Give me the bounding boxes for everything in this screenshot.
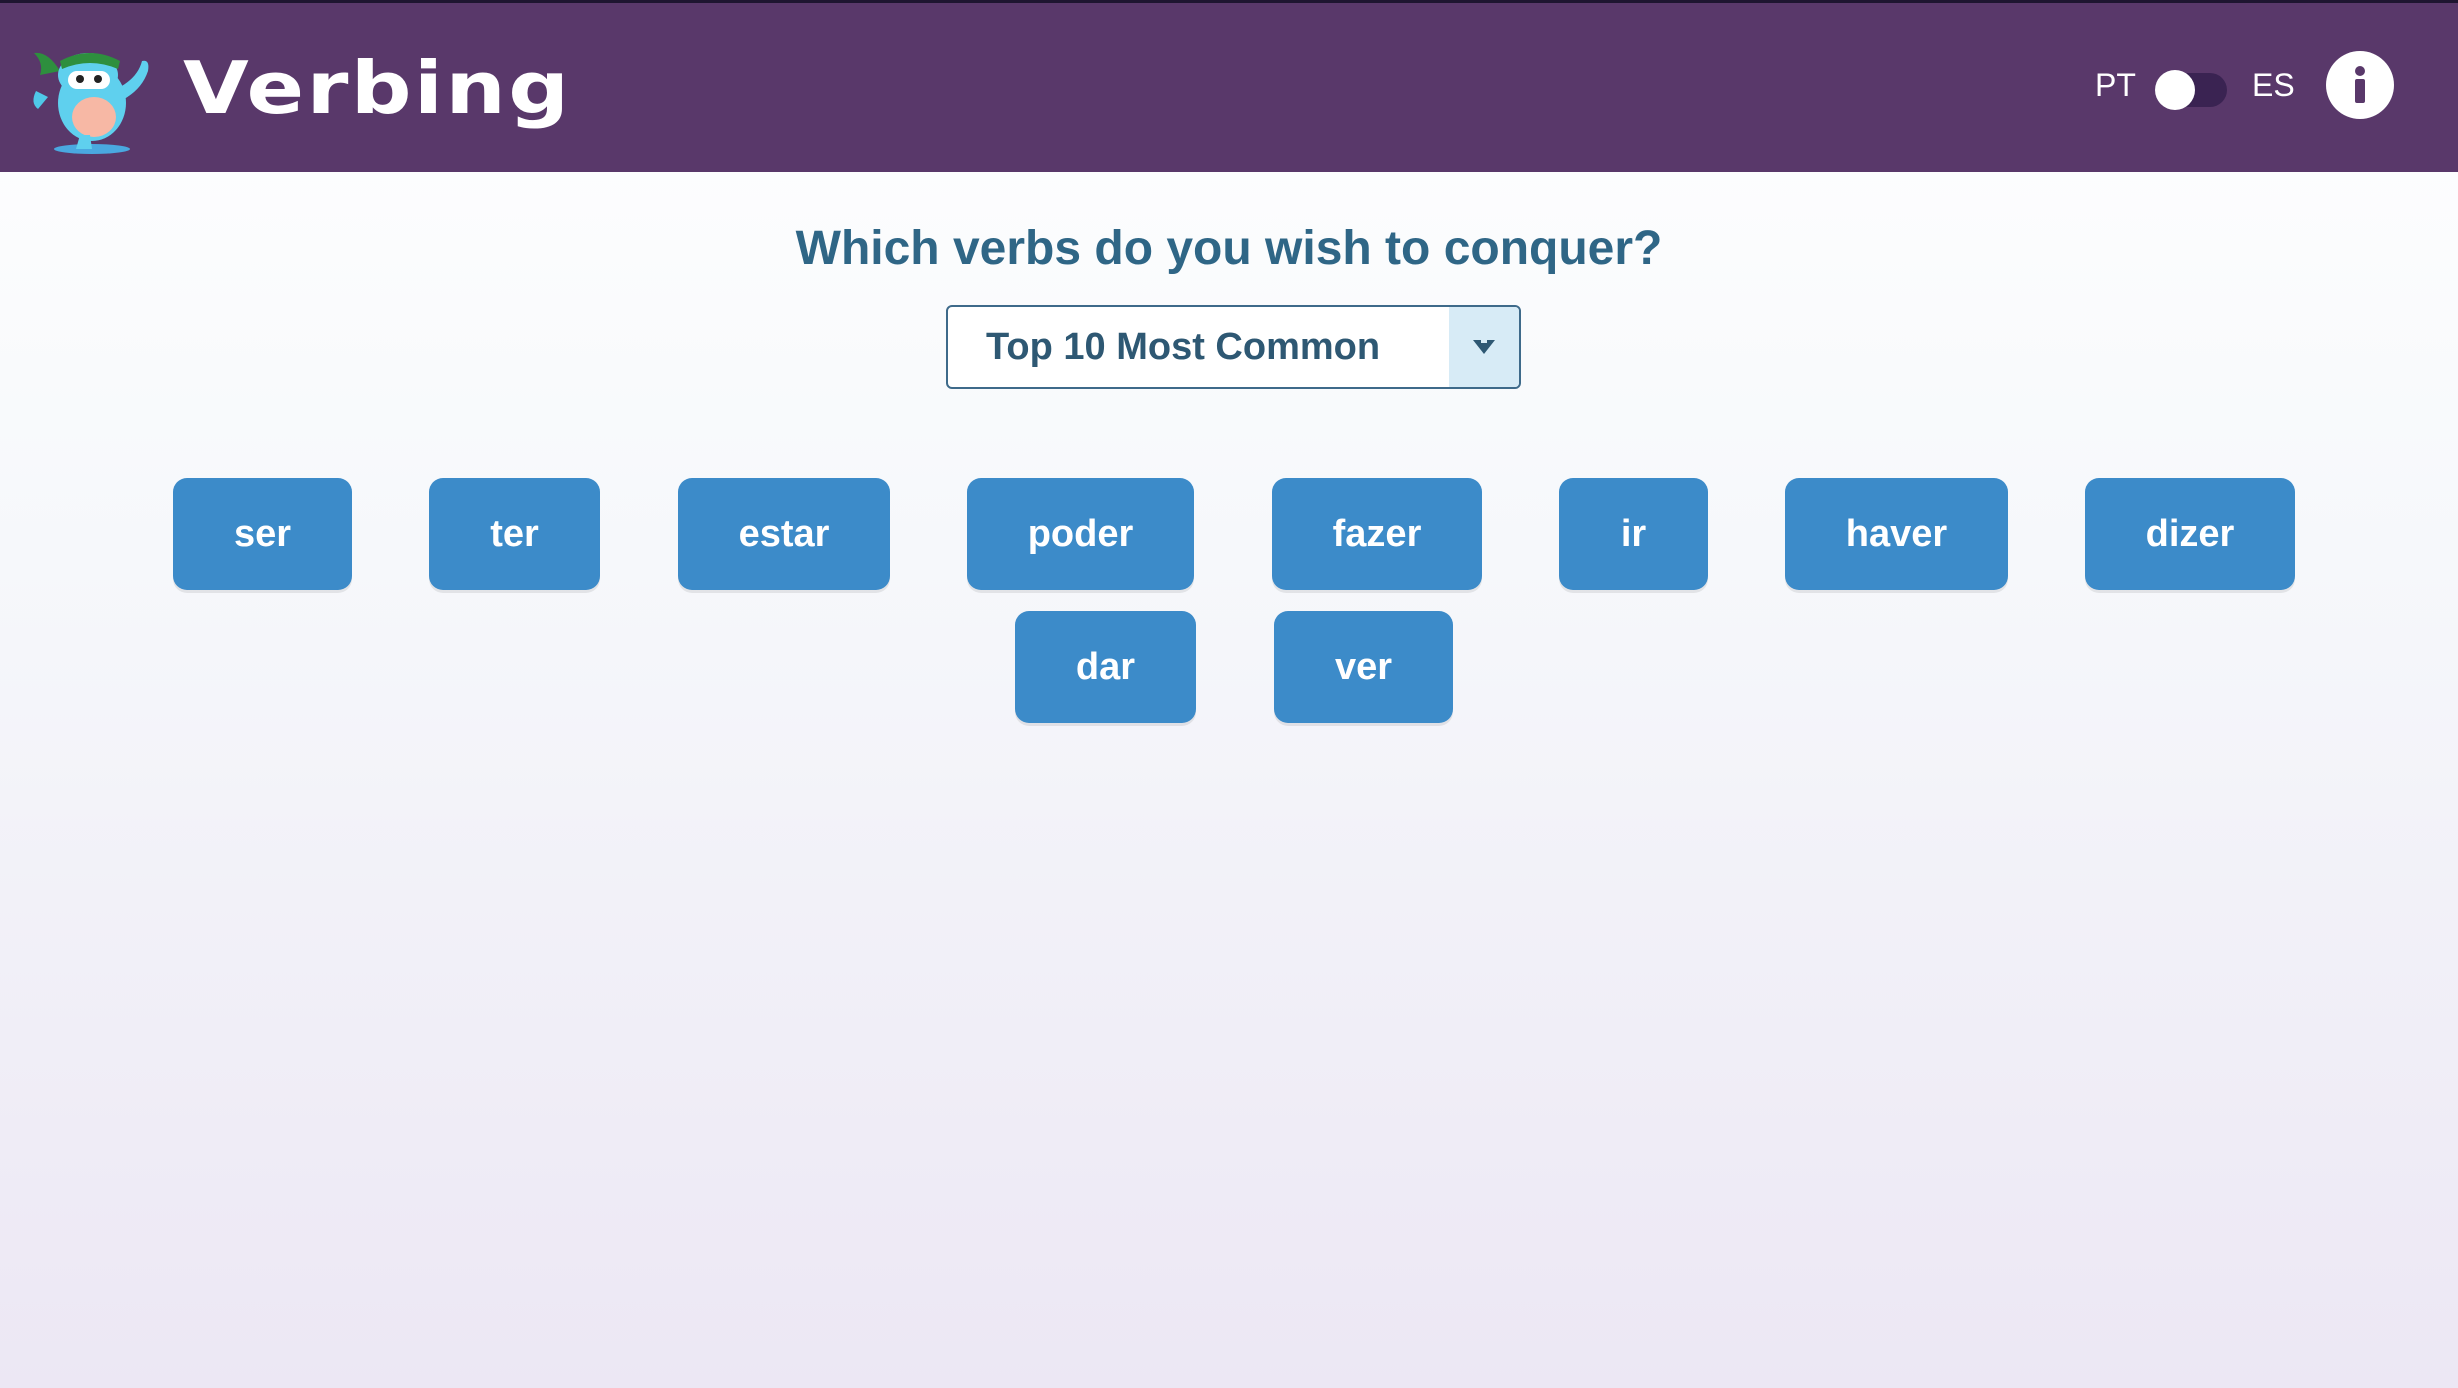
triangle-down-icon (1473, 340, 1495, 354)
verb-button-poder[interactable]: poder (967, 478, 1194, 590)
info-button[interactable] (2326, 51, 2394, 119)
verb-button-ser[interactable]: ser (173, 478, 352, 590)
language-toggle[interactable] (2155, 70, 2227, 110)
verb-button-ver[interactable]: ver (1274, 611, 1453, 723)
verb-set-selected: Top 10 Most Common (986, 326, 1381, 368)
verb-button-ir[interactable]: ir (1559, 478, 1708, 590)
verb-button-dar[interactable]: dar (1015, 611, 1196, 723)
verb-button-ter[interactable]: ter (429, 478, 600, 590)
toggle-knob (2155, 70, 2195, 110)
app-title: Verbing (183, 46, 572, 130)
app-header: Verbing PT ES (0, 3, 2458, 172)
verb-button-fazer[interactable]: fazer (1272, 478, 1482, 590)
info-icon (2355, 66, 2365, 103)
dropdown-arrow[interactable] (1449, 307, 1519, 387)
verb-button-haver[interactable]: haver (1785, 478, 2008, 590)
page-question: Which verbs do you wish to conquer? (795, 222, 1663, 275)
verb-set-select[interactable]: Top 10 Most Common (946, 305, 1521, 389)
ninja-mascot-icon (30, 31, 162, 157)
verb-button-estar[interactable]: estar (678, 478, 890, 590)
language-label-pt: PT (2095, 67, 2136, 103)
language-label-es: ES (2252, 67, 2295, 103)
verb-button-dizer[interactable]: dizer (2085, 478, 2295, 590)
